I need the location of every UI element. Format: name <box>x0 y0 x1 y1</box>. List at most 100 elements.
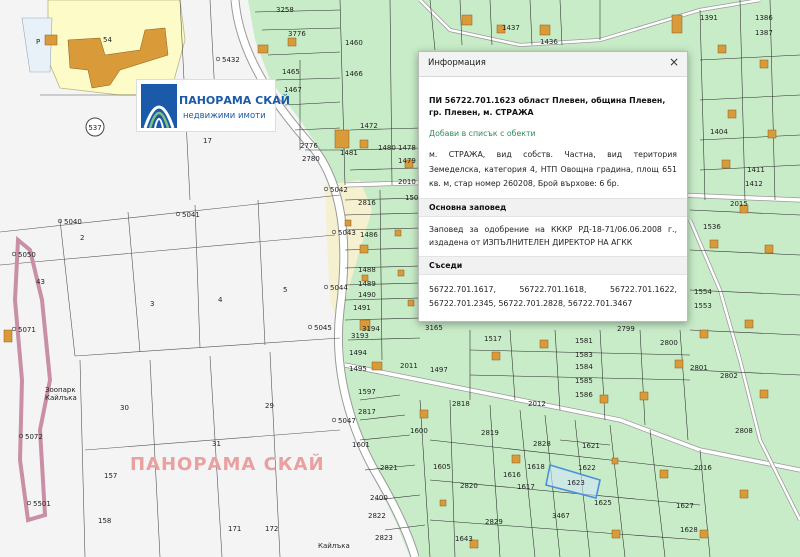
parcel-label: 1467 <box>284 86 302 94</box>
parcel-label: 3193 <box>351 332 369 340</box>
parcel-label: 1621 <box>582 442 600 450</box>
parcel-label: 3165 <box>425 324 443 332</box>
parcel-label: 1412 <box>745 180 763 188</box>
parcel-label: 2829 <box>485 518 503 526</box>
parcel-label: 1472 <box>360 122 378 130</box>
parcel-label: 1643 <box>455 535 473 543</box>
parcel-label: 1465 <box>282 68 300 76</box>
parcel-label: 1600 <box>410 427 428 435</box>
parcel-label: 2821 <box>380 464 398 472</box>
parcel-label: 2819 <box>481 429 499 437</box>
parcel-label: 1554 <box>694 288 712 296</box>
section-header-neighbors: Съседи <box>419 255 687 275</box>
point-label: 5044 <box>330 284 348 292</box>
parcel-label: 1437 <box>502 24 520 32</box>
parcel-label: 1536 <box>703 223 721 231</box>
parcel-label: 157 <box>104 472 117 480</box>
point-label: 5040 <box>64 218 82 226</box>
order-text: Заповед за одобрение на КККР РД-18-71/06… <box>429 224 677 248</box>
add-to-list-link[interactable]: Добави в списък с обекти <box>429 129 677 138</box>
parcel-label: 1481 <box>340 149 358 157</box>
parcel-label: 171 <box>228 525 241 533</box>
parcel-label: 1616 <box>503 471 521 479</box>
parcel-label: 1622 <box>578 464 596 472</box>
parcel-label: 4 <box>218 296 223 304</box>
parcel-label: 2801 <box>690 364 708 372</box>
point-label: 5072 <box>25 433 43 441</box>
parcel-label: 1618 <box>527 463 545 471</box>
parcel-label: 17 <box>203 137 212 145</box>
agency-logo-subtitle: недвижими имоти <box>183 111 266 121</box>
info-popup-header: Информация × <box>419 52 687 77</box>
point-label: 5071 <box>18 326 36 334</box>
section-header-order: Основна заповед <box>419 197 687 217</box>
parcel-label: 1391 <box>700 14 718 22</box>
point-label: 5045 <box>314 324 332 332</box>
parcel-label: 1627 <box>676 502 694 510</box>
parcel-label: 2802 <box>720 372 738 380</box>
point-label: 5042 <box>330 186 348 194</box>
parcel-label: 1488 <box>358 266 376 274</box>
agency-logo-title: ПАНОРАМА СКАЙ <box>179 94 290 107</box>
parcel-label: 2016 <box>694 464 712 472</box>
parcel-label: 1387 <box>755 29 773 37</box>
parcel-label: 1617 <box>517 483 535 491</box>
parcel-label: 1404 <box>710 128 728 136</box>
parcel-label: 54 <box>103 36 112 44</box>
parcel-label: 1585 <box>575 377 593 385</box>
parcel-label: 1601 <box>352 441 370 449</box>
parcel-label: 1486 <box>360 231 378 239</box>
parcel-label: 1625 <box>594 499 612 507</box>
parcel-label: 2823 <box>375 534 393 542</box>
parcel-label: 1466 <box>345 70 363 78</box>
parcel-label: 2800 <box>660 339 678 347</box>
parcel-label: 1436 <box>540 38 558 46</box>
parcel-label: 2780 <box>302 155 320 163</box>
parcel-label: 1553 <box>694 302 712 310</box>
info-popup-body: ПИ 56722.701.1623 област Плевен, община … <box>419 95 687 312</box>
watermark: ПАНОРАМА СКАЙ <box>130 453 325 475</box>
parcel-label: 1411 <box>747 166 765 174</box>
point-label: 5432 <box>222 56 240 64</box>
parcel-description: м. СТРАЖА, вид собств. Частна, вид терит… <box>429 150 677 188</box>
parcel-label: 1517 <box>484 335 502 343</box>
parcel-label: 3467 <box>552 512 570 520</box>
parcel-label: 2816 <box>358 199 376 207</box>
parcel-label: 1623 <box>567 479 585 487</box>
parcel-label: 2776 <box>300 142 318 150</box>
river-label: Кайлъка <box>318 542 350 550</box>
parcel-label: 1489 <box>358 280 376 288</box>
parcel-label: 1605 <box>433 463 451 471</box>
point-label: 5501 <box>33 500 51 508</box>
parcel-label: 1583 <box>575 351 593 359</box>
parcel-label: 2818 <box>452 400 470 408</box>
route-marker-537: 537 <box>85 117 105 137</box>
parcel-label: 2011 <box>400 362 418 370</box>
close-icon[interactable]: × <box>669 55 679 69</box>
parcel-label: 1584 <box>575 363 593 371</box>
zoo-label-2: Кайлъка <box>45 394 77 402</box>
point-label: 5050 <box>18 251 36 259</box>
agency-logo-icon <box>141 84 177 128</box>
parcel-label: 3776 <box>288 30 306 38</box>
agency-logo: ПАНОРАМА СКАЙ недвижими имоти <box>136 79 290 132</box>
parcel-label: 3258 <box>276 6 294 14</box>
parking-marker: P <box>36 38 40 46</box>
parcel-label: 1491 <box>353 304 371 312</box>
parcel-label: 1479 <box>398 157 416 165</box>
parcel-label: 2010 <box>398 178 416 186</box>
info-popup-title: Информация <box>428 58 486 68</box>
parcel-label: 2820 <box>460 482 478 490</box>
parcel-label: 2012 <box>528 400 546 408</box>
point-label: 5041 <box>182 211 200 219</box>
parcel-label: 29 <box>265 402 274 410</box>
parcel-label: 5 <box>283 286 287 294</box>
parcel-label: 1628 <box>680 526 698 534</box>
parcel-label: 2400 <box>370 494 388 502</box>
parcel-label: 1480 <box>378 144 396 152</box>
parcel-label: 2 <box>80 234 84 242</box>
parcel-label: 43 <box>36 278 45 286</box>
parcel-label: 1386 <box>755 14 773 22</box>
zoo-label: Зоопарк <box>45 386 76 394</box>
parcel-label: 31 <box>212 440 221 448</box>
